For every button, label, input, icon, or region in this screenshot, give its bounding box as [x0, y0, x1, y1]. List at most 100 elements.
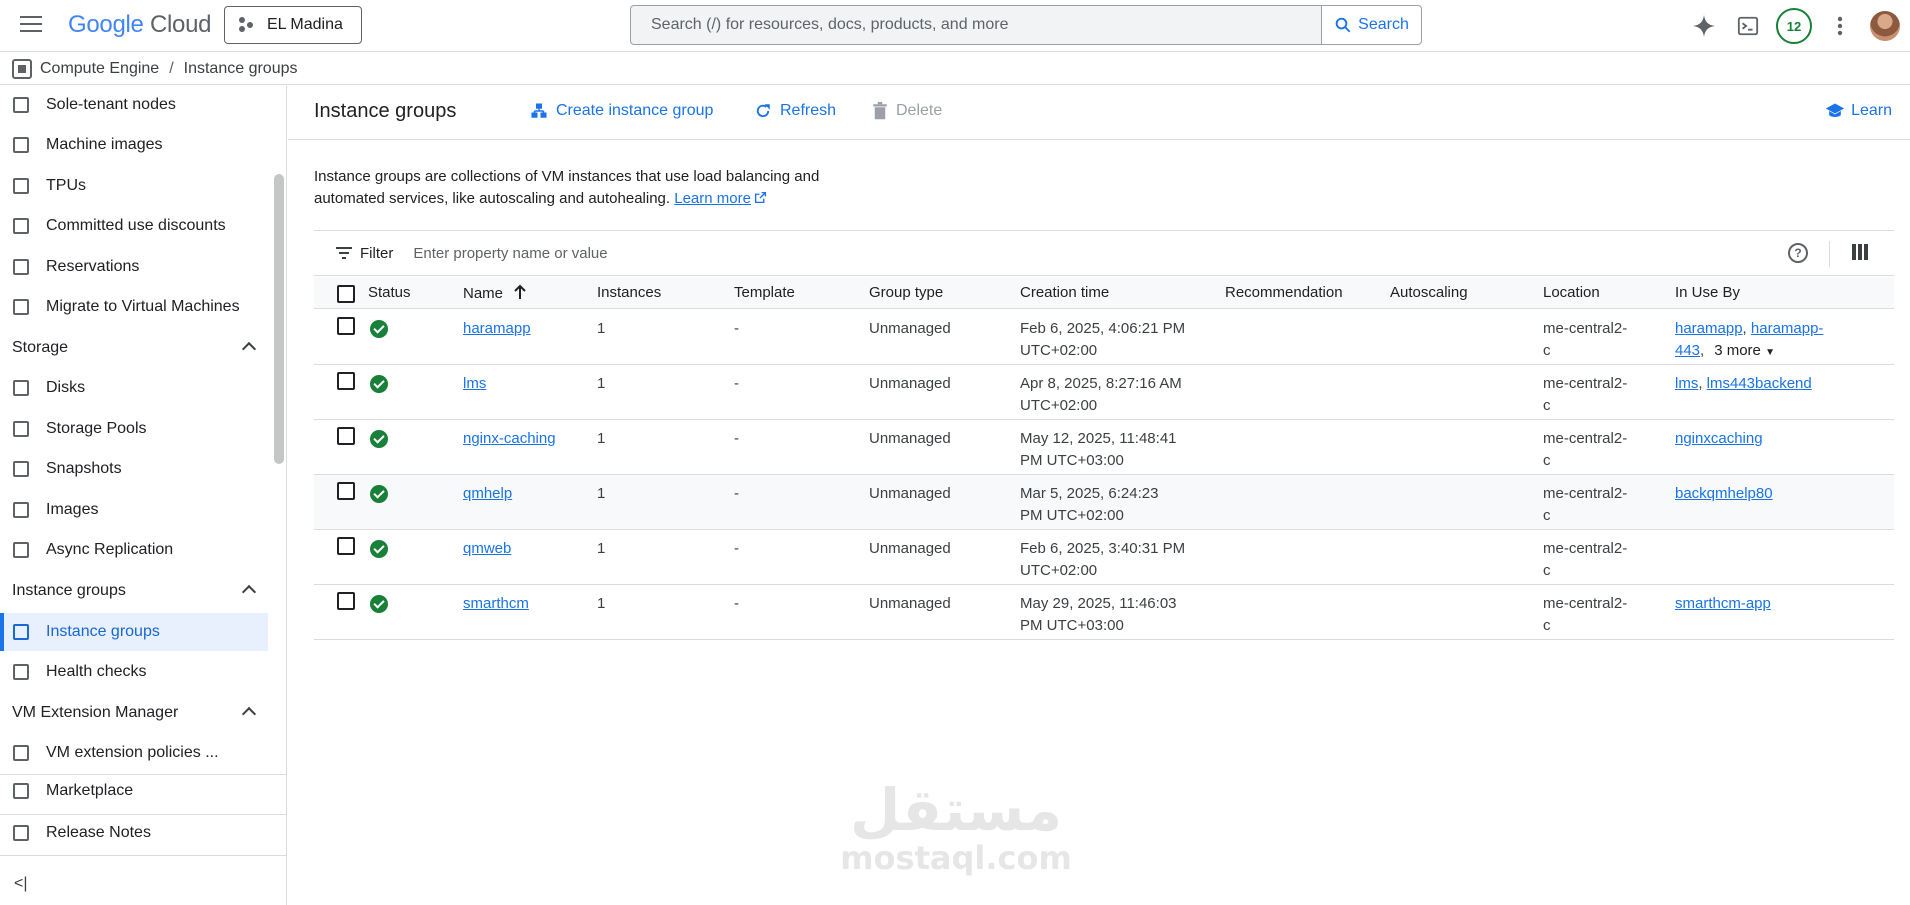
table-row[interactable]: qmhelp 1 - Unmanaged Mar 5, 2025, 6:24:2… [314, 475, 1894, 530]
column-in-use-by[interactable]: In Use By [1675, 284, 1740, 301]
in-use-by-link[interactable]: haramapp- [1751, 320, 1824, 337]
sidebar-item-label: Async Replication [46, 541, 174, 558]
avatar[interactable] [1870, 11, 1900, 41]
sidebar-item-reservations[interactable]: Reservations [0, 248, 268, 286]
filter-input[interactable]: Enter property name or value [413, 245, 607, 262]
creation-time-line1: Apr 8, 2025, 8:27:16 AM [1020, 375, 1182, 392]
arrow-drop-down-icon: ▼ [1765, 347, 1775, 358]
column-group-type[interactable]: Group type [869, 284, 943, 301]
sidebar-item-vm-extension-policies[interactable]: VM extension policies ... [0, 734, 268, 772]
sidebar-item-snapshots[interactable]: Snapshots [0, 450, 268, 488]
row-checkbox[interactable] [337, 427, 355, 445]
sidebar-item-release-notes[interactable]: Release Notes [0, 814, 268, 852]
breadcrumb-separator: / [169, 59, 174, 77]
watermark-latin: mostaql.com [840, 839, 1072, 877]
column-creation-time[interactable]: Creation time [1020, 284, 1109, 301]
notifications-badge[interactable]: 12 [1776, 8, 1812, 44]
create-instance-group-button[interactable]: Create instance group [530, 102, 713, 120]
more-vert-icon[interactable] [1818, 4, 1862, 48]
sidebar-section-vm-extension-manager[interactable]: VM Extension Manager [0, 694, 268, 732]
row-checkbox[interactable] [337, 592, 355, 610]
in-use-by-link[interactable]: lms443backend [1707, 375, 1812, 392]
instance-group-name-link[interactable]: qmhelp [463, 485, 512, 502]
discount-icon [13, 218, 29, 234]
location-value: me-central2- c [1543, 318, 1627, 362]
table-row[interactable]: nginx-caching 1 - Unmanaged May 12, 2025… [314, 420, 1894, 475]
column-instances[interactable]: Instances [597, 284, 661, 301]
gemini-icon[interactable] [1682, 4, 1726, 48]
column-status[interactable]: Status [368, 284, 411, 301]
top-actions: 12 [1682, 0, 1910, 52]
in-use-by-link[interactable]: haramapp [1675, 320, 1743, 337]
instance-group-name-link[interactable]: smarthcm [463, 595, 529, 612]
cloud-shell-icon[interactable] [1726, 4, 1770, 48]
refresh-button[interactable]: Refresh [754, 102, 836, 120]
sidebar-item-label: Release Notes [46, 824, 151, 841]
group-type-value: Unmanaged [869, 540, 951, 557]
sidebar-item-marketplace[interactable]: Marketplace [0, 772, 268, 810]
sidebar-item-async-replication[interactable]: Async Replication [0, 531, 268, 569]
status-ok-icon [370, 375, 388, 393]
breadcrumb-parent[interactable]: Compute Engine [40, 60, 159, 78]
sidebar-item-migrate[interactable]: Migrate to Virtual Machines [0, 288, 268, 326]
sidebar-item-sole-tenant-nodes[interactable]: Sole-tenant nodes [0, 86, 268, 124]
table-row[interactable]: smarthcm 1 - Unmanaged May 29, 2025, 11:… [314, 585, 1894, 640]
filter-button[interactable]: Filter [336, 245, 393, 262]
in-use-by-link[interactable]: 443 [1675, 342, 1700, 359]
in-use-by-link[interactable]: smarthcm-app [1675, 595, 1771, 612]
sidebar-item-committed-use-discounts[interactable]: Committed use discounts [0, 207, 268, 245]
column-name[interactable]: Name [463, 284, 527, 302]
instance-group-name-link[interactable]: nginx-caching [463, 430, 556, 447]
sidebar-item-machine-images[interactable]: Machine images [0, 126, 268, 164]
row-checkbox[interactable] [337, 482, 355, 500]
collapse-nav-icon[interactable]: <| [14, 875, 28, 893]
in-use-by-link[interactable]: lms [1675, 375, 1698, 392]
row-checkbox[interactable] [337, 537, 355, 555]
status-ok-icon [370, 485, 388, 503]
project-picker-button[interactable]: EL Madina [224, 6, 362, 44]
google-cloud-logo[interactable]: Google Cloud [68, 11, 211, 39]
sidebar-item-instance-groups[interactable]: Instance groups [0, 613, 268, 651]
sidebar-item-health-checks[interactable]: Health checks [0, 653, 268, 691]
instances-count: 1 [597, 320, 606, 337]
column-location[interactable]: Location [1543, 284, 1600, 301]
location-value: me-central2- c [1543, 373, 1627, 417]
replication-icon [13, 542, 29, 558]
table-row[interactable]: haramapp 1 - Unmanaged Feb 6, 2025, 4:06… [314, 310, 1894, 365]
creation-time-line2: UTC+02:00 [1020, 397, 1098, 414]
instance-group-name-link[interactable]: qmweb [463, 540, 511, 557]
search-input[interactable]: Search (/) for resources, docs, products… [630, 5, 1322, 45]
column-template[interactable]: Template [734, 284, 795, 301]
column-recommendation[interactable]: Recommendation [1225, 284, 1343, 301]
in-use-by-link[interactable]: backqmhelp80 [1675, 485, 1773, 502]
sidebar-item-images[interactable]: Images [0, 491, 268, 529]
sidebar-item-label: Marketplace [46, 782, 134, 799]
in-use-by-value: smarthcm-app [1675, 593, 1771, 615]
creation-time-line2: PM UTC+03:00 [1020, 452, 1124, 469]
show-more-button[interactable]: 3 more ▼ [1714, 342, 1775, 359]
sidebar-section-storage[interactable]: Storage [0, 329, 268, 367]
in-use-by-link[interactable]: nginxcaching [1675, 430, 1763, 447]
sidebar-section-instance-groups[interactable]: Instance groups [0, 572, 268, 610]
search-button[interactable]: Search [1321, 5, 1422, 45]
table-row[interactable]: lms 1 - Unmanaged Apr 8, 2025, 8:27:16 A… [314, 365, 1894, 420]
column-autoscaling[interactable]: Autoscaling [1390, 284, 1468, 301]
help-icon[interactable]: ? [1788, 243, 1808, 263]
main-menu-icon[interactable] [20, 16, 42, 34]
select-all-checkbox[interactable] [337, 285, 355, 303]
learn-button[interactable]: Learn [1825, 102, 1892, 120]
instance-group-name-link[interactable]: lms [463, 375, 486, 392]
row-checkbox[interactable] [337, 317, 355, 335]
sidebar-item-tpus[interactable]: TPUs [0, 167, 268, 205]
learn-more-link[interactable]: Learn more [674, 190, 767, 207]
watermark-arabic: مستقل [849, 776, 1063, 844]
row-checkbox[interactable] [337, 372, 355, 390]
column-display-options-icon[interactable] [1852, 244, 1868, 260]
instance-group-name-link[interactable]: haramapp [463, 320, 531, 337]
in-use-by-value: backqmhelp80 [1675, 483, 1773, 505]
delete-button[interactable]: Delete [872, 102, 942, 120]
sidebar-scrollbar[interactable] [274, 174, 284, 464]
table-row[interactable]: qmweb 1 - Unmanaged Feb 6, 2025, 3:40:31… [314, 530, 1894, 585]
sidebar-item-disks[interactable]: Disks [0, 369, 268, 407]
sidebar-item-storage-pools[interactable]: Storage Pools [0, 410, 268, 448]
